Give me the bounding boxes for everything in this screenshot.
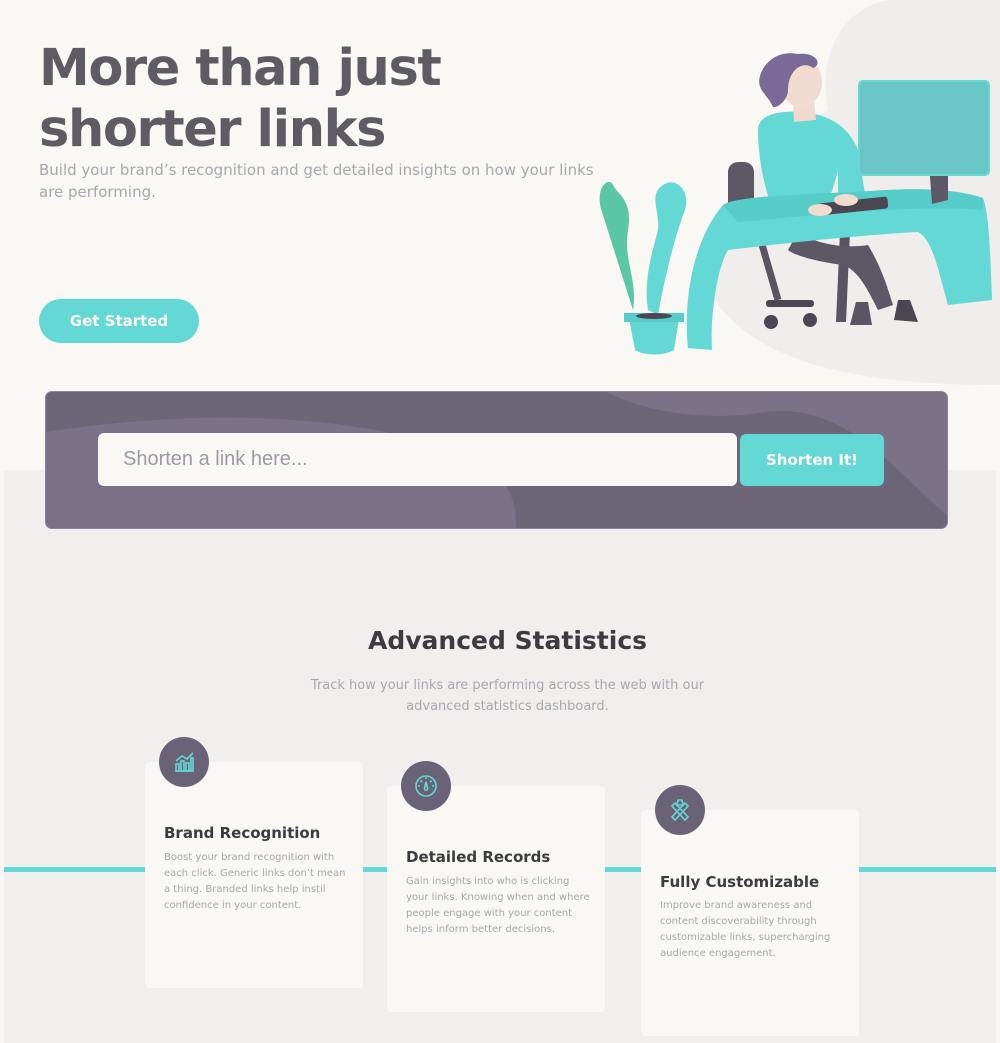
feature-description: Improve brand awareness and content disc… [660, 900, 831, 959]
feature-description: Gain insights into who is clicking your … [406, 876, 590, 935]
get-started-button[interactable]: Get Started [39, 299, 199, 343]
shorten-link-input[interactable] [98, 433, 737, 486]
statistics-subtitle: Track how your links are performing acro… [310, 678, 705, 714]
feature-title: Fully Customizable [660, 873, 820, 891]
statistics-title: Advanced Statistics [367, 626, 648, 655]
feature-title: Brand Recognition [164, 824, 321, 842]
shorten-it-button[interactable]: Shorten It! [740, 434, 884, 486]
fully-customizable-tools-icon [655, 785, 705, 835]
hero-title: More than just shorter links [39, 39, 442, 159]
detailed-records-gauge-icon [401, 761, 451, 811]
feature-title: Detailed Records [406, 848, 551, 866]
shorten-form: Shorten It! [45, 391, 948, 529]
working-illustration [599, 0, 1000, 385]
brand-recognition-chart-icon [159, 737, 209, 787]
hero-subtitle: Build your brand’s recognition and get d… [39, 161, 594, 201]
feature-description: Boost your brand recognition with each c… [164, 852, 346, 911]
